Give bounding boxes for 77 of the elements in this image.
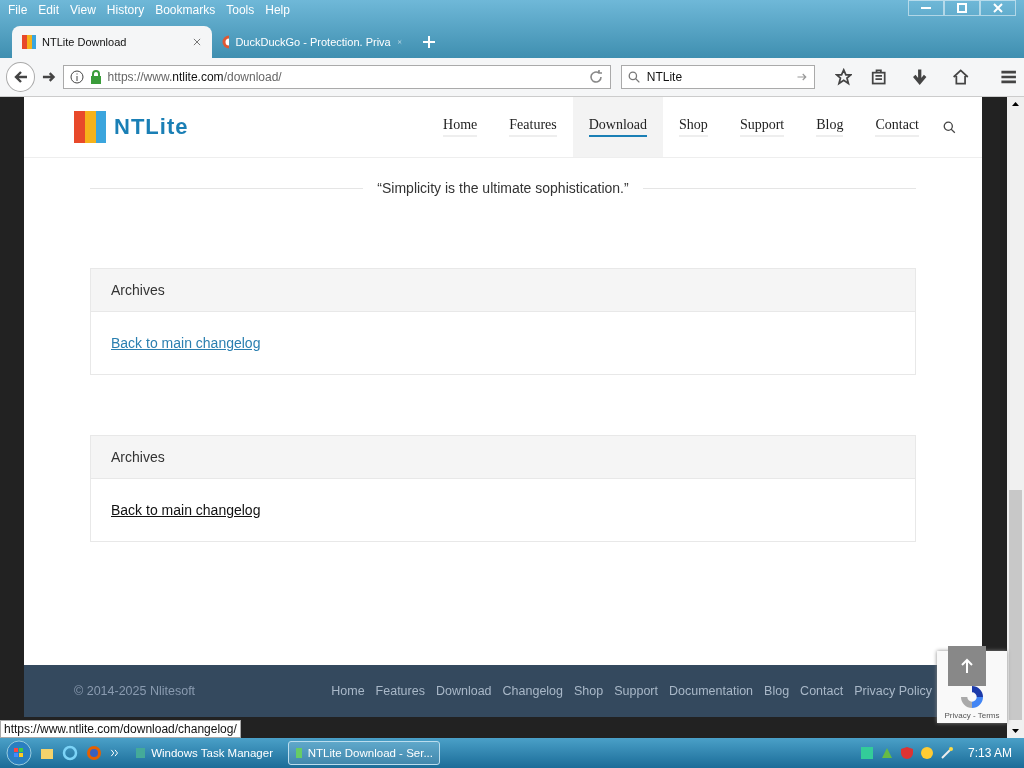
footer-link[interactable]: Documentation — [669, 684, 754, 698]
changelog-link[interactable]: Back to main changelog — [111, 335, 261, 351]
info-icon — [69, 70, 84, 84]
footer-link[interactable]: Home — [331, 684, 365, 698]
footer-link[interactable]: Features — [375, 684, 425, 698]
nav-link[interactable]: Features — [493, 97, 573, 157]
copyright-text: © 2014-2025 Nlitesoft — [74, 684, 197, 698]
recaptcha-text[interactable]: Privacy - Terms — [944, 711, 1000, 720]
browser-icon[interactable] — [62, 745, 78, 761]
nav-link[interactable]: Shop — [663, 97, 724, 157]
footer-link[interactable]: Support — [614, 684, 658, 698]
nav-link[interactable]: Support — [723, 97, 801, 157]
nav-link[interactable]: Home — [427, 97, 494, 157]
site-logo-icon — [22, 35, 36, 49]
taskbar-item[interactable]: NTLite Download - Ser... — [288, 741, 440, 765]
download-icon[interactable] — [910, 68, 929, 86]
back-icon — [13, 70, 28, 84]
smiley-icon[interactable] — [919, 746, 934, 760]
changelog-link[interactable]: Back to main changelog — [111, 502, 261, 518]
footer-link[interactable]: Privacy Policy — [854, 684, 932, 698]
maximize-button[interactable] — [944, 0, 980, 16]
forward-icon[interactable] — [41, 69, 57, 85]
clipboard-icon[interactable] — [869, 68, 888, 86]
menu-item[interactable]: History — [102, 3, 152, 17]
start-button[interactable] — [6, 740, 32, 766]
status-url: https://www.ntlite.com/download/changelog/ — [0, 720, 241, 738]
footer-link[interactable]: Shop — [574, 684, 604, 698]
clock: 7:13 AM — [967, 746, 1012, 760]
arrow-icon[interactable] — [795, 71, 808, 83]
quote-text: “Simplicity is the ultimate sophistication.” — [377, 180, 629, 196]
recaptcha-icon — [961, 686, 983, 708]
footer-link[interactable]: Download — [435, 684, 492, 698]
footer-link[interactable]: Changelog — [502, 684, 563, 698]
menu-item[interactable]: File — [4, 3, 35, 17]
menu-item[interactable]: Edit — [34, 3, 67, 17]
maximize-icon — [957, 3, 967, 13]
wand-icon[interactable] — [939, 746, 954, 760]
footer-link[interactable]: Contact — [800, 684, 844, 698]
card-title: Archives — [91, 436, 915, 479]
logo-text[interactable]: NTLite — [114, 114, 189, 140]
plus-icon — [422, 35, 436, 49]
scroll-top-button[interactable] — [948, 646, 986, 686]
nav-link[interactable]: Download — [572, 97, 664, 157]
browser-tab[interactable]: DuckDuckGo - Protection. Priva — [212, 26, 412, 58]
nav-link[interactable]: Contact — [859, 97, 935, 157]
menu-item[interactable]: Tools — [222, 3, 262, 17]
footer-link[interactable]: Blog — [764, 684, 790, 698]
search-field[interactable]: NTLite — [620, 65, 815, 89]
card-title: Archives — [91, 269, 915, 312]
nav-link[interactable]: Blog — [800, 97, 860, 157]
browser-tab[interactable]: NTLite Download — [12, 26, 212, 58]
tray-icon[interactable] — [859, 746, 874, 760]
reload-icon[interactable] — [587, 69, 604, 85]
close-icon[interactable] — [192, 37, 202, 47]
folder-icon[interactable] — [40, 746, 54, 760]
menu-item[interactable]: View — [66, 3, 103, 17]
scrollbar-thumb[interactable] — [1009, 490, 1022, 720]
taskbar-item[interactable]: Windows Task Manager — [128, 741, 280, 765]
tray-icon[interactable] — [879, 746, 894, 760]
chevron-icon[interactable] — [110, 748, 120, 758]
close-icon — [993, 3, 1003, 13]
app-icon — [135, 746, 146, 760]
search-icon[interactable] — [943, 120, 956, 134]
address-field[interactable]: https://www.ntlite.com/download/ — [62, 65, 611, 89]
site-logo-icon[interactable] — [74, 111, 106, 143]
minimize-icon — [921, 6, 931, 10]
app-icon — [295, 746, 302, 760]
star-icon[interactable] — [834, 68, 852, 86]
home-icon[interactable] — [951, 68, 970, 86]
arrow-up-icon — [960, 658, 974, 674]
minimize-button[interactable] — [908, 0, 944, 16]
search-icon[interactable] — [627, 70, 641, 84]
menu-item[interactable]: Bookmarks — [151, 3, 223, 17]
lock-icon — [89, 70, 102, 84]
back-button[interactable] — [6, 62, 36, 92]
close-button[interactable] — [980, 0, 1016, 16]
menu-item[interactable]: Help — [261, 3, 297, 17]
